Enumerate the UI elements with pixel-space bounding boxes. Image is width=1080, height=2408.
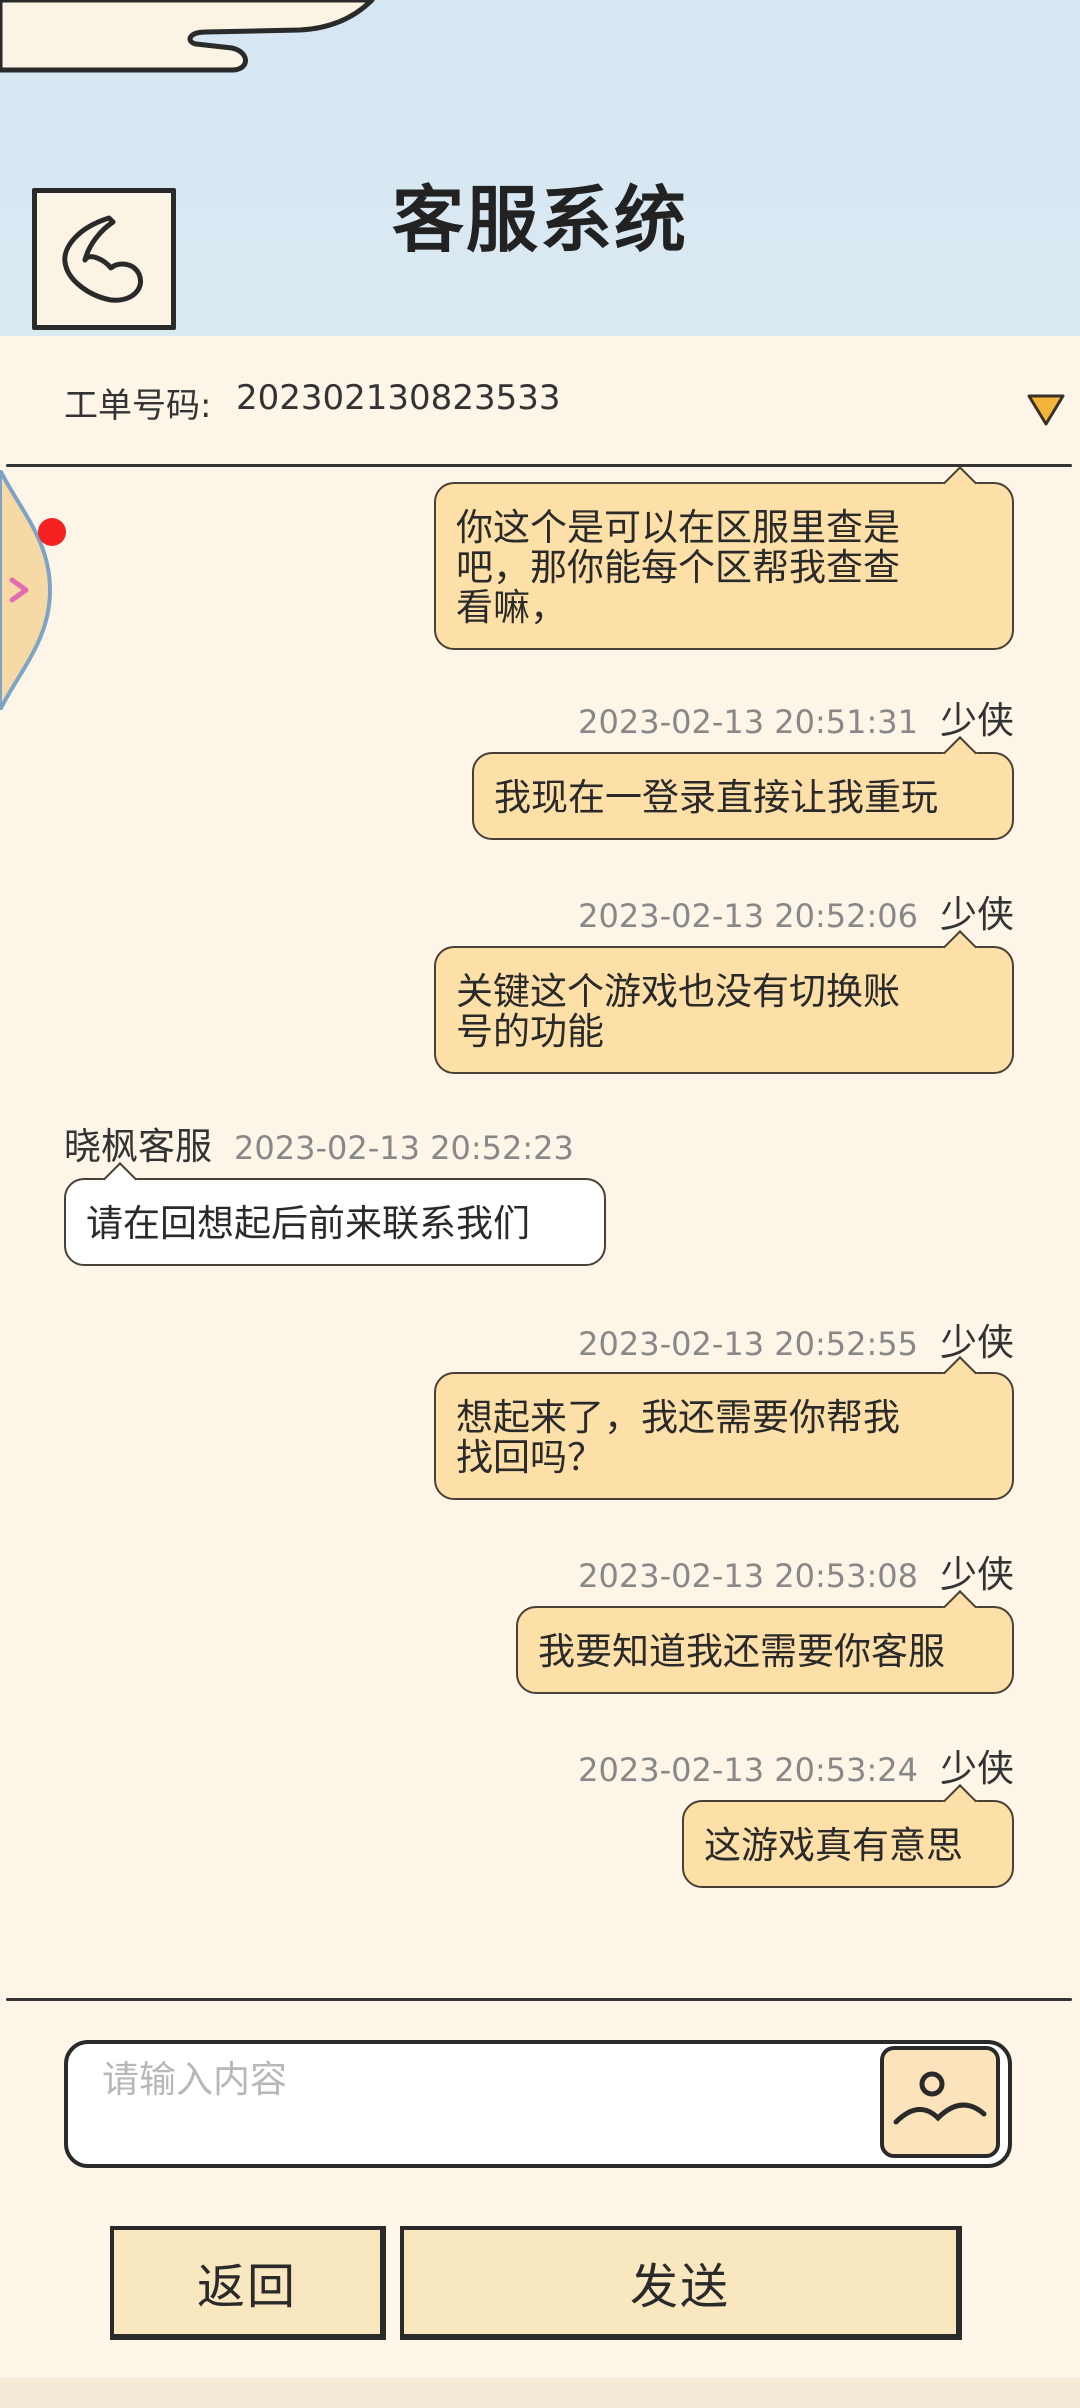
message-text-line: 我现在一登录直接让我重玩 [494, 776, 938, 819]
triangle-down-icon[interactable] [1026, 392, 1066, 428]
message-text-line: 看嘛， [456, 586, 567, 629]
message-text-line: 你这个是可以在区服里查是 [456, 506, 900, 549]
user-message-bubble: 想起来了，我还需要你帮我 找回吗？ [434, 1356, 1014, 1500]
message-input[interactable] [102, 2054, 922, 2104]
message-text-line: 关键这个游戏也没有切换账 [456, 970, 900, 1013]
user-message-bubble: 你这个是可以在区服里查是 吧，那你能每个区帮我查查 看嘛， [434, 466, 1014, 650]
send-button[interactable]: 发送 [400, 2226, 962, 2340]
return-button[interactable]: 返回 [110, 2226, 386, 2340]
side-floating-tab[interactable] [0, 470, 56, 710]
user-message-bubble: 我现在一登录直接让我重玩 [472, 736, 1014, 840]
message-text-line: 我要知道我还需要你客服 [538, 1630, 945, 1673]
message-timestamp: 2023-02-13 20:52:55 [578, 1325, 918, 1363]
sender-name: 少侠 [940, 699, 1014, 742]
message-meta: 2023-02-13 20:51:31 少侠 [578, 690, 1014, 744]
message-meta: 2023-02-13 20:52:55 少侠 [578, 1312, 1014, 1366]
page-title: 客服系统 [391, 178, 688, 262]
message-timestamp: 2023-02-13 20:52:06 [578, 897, 918, 935]
message-meta: 晓枫客服 2023-02-13 20:52:23 [64, 1116, 574, 1170]
agent-message-bubble: 请在回想起后前来联系我们 [64, 1162, 606, 1266]
user-message-bubble: 这游戏真有意思 [682, 1784, 1014, 1888]
message-text-line: 请在回想起后前来联系我们 [86, 1202, 530, 1245]
message-text-line: 号的功能 [456, 1010, 604, 1053]
message-text-line: 想起来了，我还需要你帮我 [456, 1396, 900, 1439]
image-icon [893, 2071, 987, 2125]
divider-top [6, 464, 1072, 467]
user-message-bubble: 关键这个游戏也没有切换账 号的功能 [434, 930, 1014, 1074]
message-meta: 2023-02-13 20:53:08 少侠 [578, 1544, 1014, 1598]
notification-dot [38, 518, 66, 546]
message-timestamp: 2023-02-13 20:51:31 [578, 703, 918, 741]
message-meta: 2023-02-13 20:53:24 少侠 [578, 1738, 1014, 1792]
message-timestamp: 2023-02-13 20:53:08 [578, 1557, 918, 1595]
bubble-tail [943, 466, 977, 500]
message-meta: 2023-02-13 20:52:06 少侠 [578, 884, 1014, 938]
ticket-label: 工单号码: [64, 386, 212, 426]
message-text-line: 吧，那你能每个区帮我查查 [456, 546, 900, 589]
message-input-box [64, 2040, 1012, 2168]
message-timestamp: 2023-02-13 20:52:23 [234, 1129, 574, 1167]
sender-name: 少侠 [940, 1321, 1014, 1364]
sender-name: 少侠 [940, 1553, 1014, 1596]
sender-name: 少侠 [940, 1747, 1014, 1790]
user-message-bubble: 我要知道我还需要你客服 [516, 1590, 1014, 1694]
message-timestamp: 2023-02-13 20:53:24 [578, 1751, 918, 1789]
image-upload-button[interactable] [880, 2046, 1000, 2158]
sender-name: 晓枫客服 [64, 1125, 212, 1168]
cloud-decoration-icon [0, 0, 375, 73]
sender-name: 少侠 [940, 893, 1014, 936]
message-text-line: 这游戏真有意思 [704, 1824, 963, 1867]
bottom-band [0, 2378, 1080, 2408]
ticket-number: 202302130823533 [236, 378, 561, 418]
ticket-bar: 工单号码: 202302130823533 [0, 336, 1080, 466]
message-text-line: 找回吗？ [456, 1436, 604, 1479]
header: 客服系统 [0, 0, 1080, 336]
divider-bottom [6, 1998, 1072, 2001]
